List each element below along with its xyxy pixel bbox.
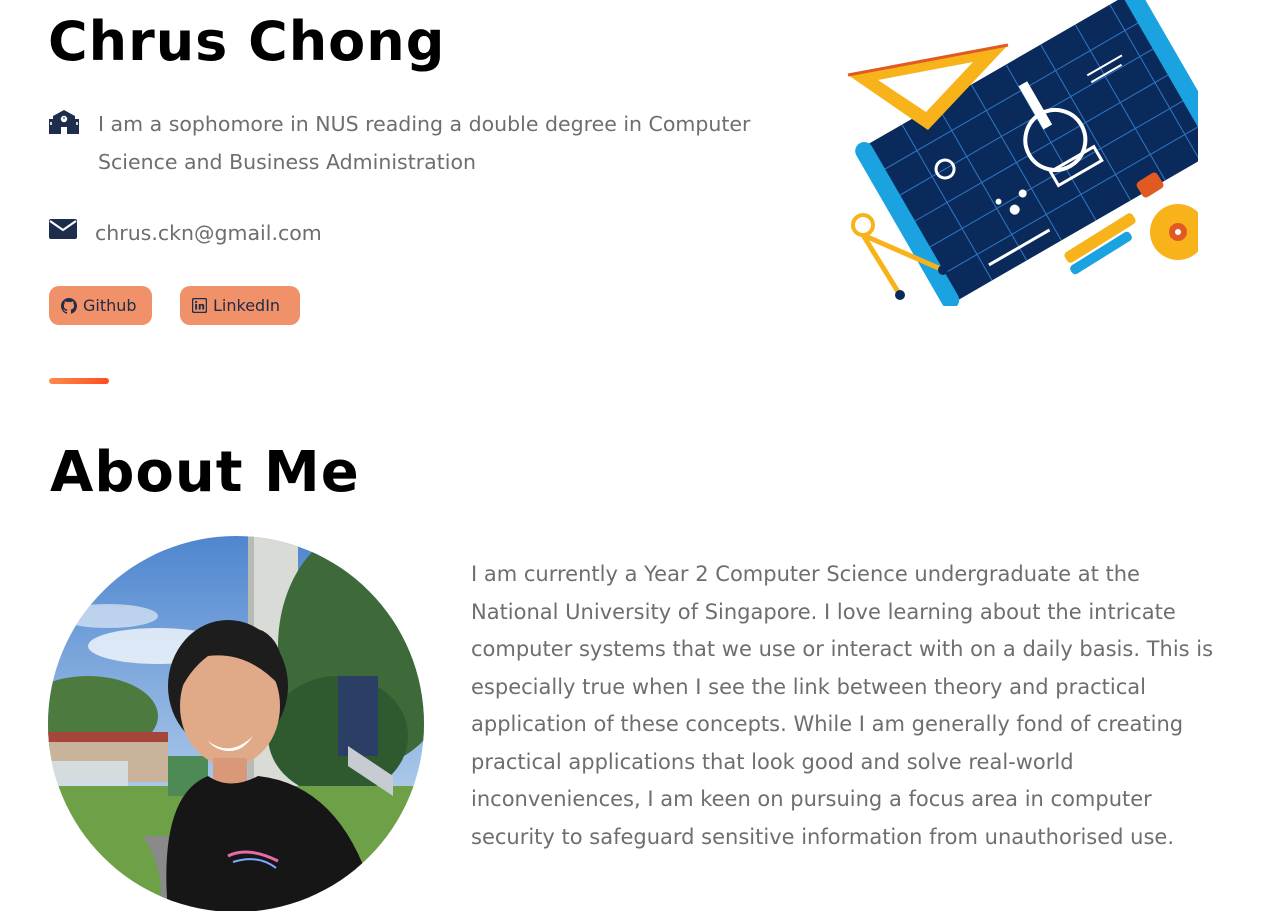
linkedin-label: LinkedIn bbox=[213, 296, 281, 315]
school-text: I am a sophomore in NUS reading a double… bbox=[98, 112, 751, 174]
school-icon bbox=[48, 109, 80, 135]
github-button[interactable]: Github bbox=[49, 286, 152, 325]
github-label: Github bbox=[83, 296, 137, 315]
blueprint-illustration bbox=[838, 0, 1228, 309]
linkedin-button[interactable]: LinkedIn bbox=[180, 286, 300, 325]
about-heading: About Me bbox=[50, 440, 360, 505]
section-divider bbox=[49, 378, 109, 384]
github-icon bbox=[61, 297, 77, 314]
about-description: I am currently a Year 2 Computer Science… bbox=[471, 562, 1214, 849]
email-info: chrus.ckn@gmail.com bbox=[48, 214, 775, 252]
profile-photo bbox=[48, 536, 424, 911]
email-link[interactable]: chrus.ckn@gmail.com bbox=[95, 214, 775, 252]
linkedin-icon bbox=[192, 298, 207, 313]
envelope-icon bbox=[48, 218, 80, 244]
school-info: I am a sophomore in NUS reading a double… bbox=[48, 105, 778, 181]
page-title: Chrus Chong bbox=[48, 10, 446, 73]
